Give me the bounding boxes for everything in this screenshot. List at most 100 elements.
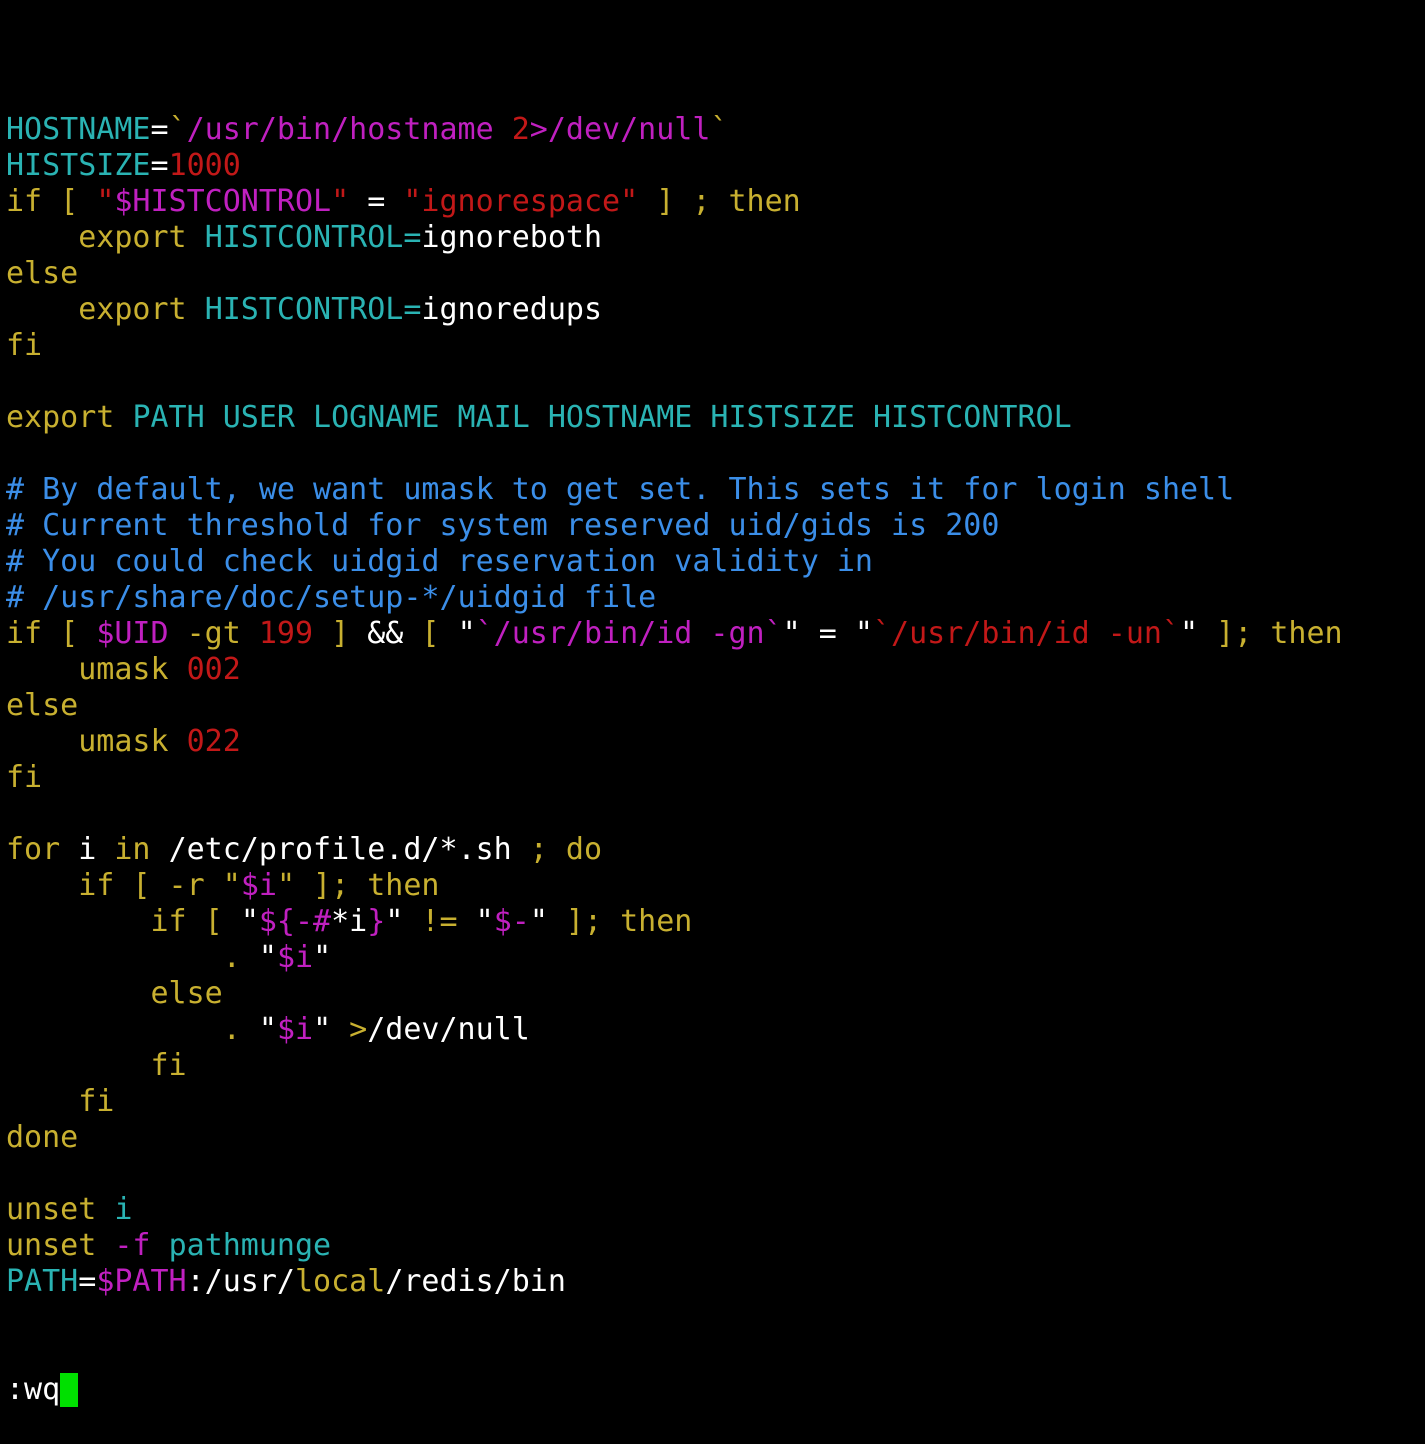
code-token: `/usr/bin/id -un` xyxy=(872,616,1181,651)
code-line[interactable]: export PATH USER LOGNAME MAIL HOSTNAME H… xyxy=(6,400,1416,436)
code-token: ] ; then xyxy=(638,184,801,219)
code-token: :/usr/ xyxy=(186,1264,295,1299)
code-line[interactable]: unset i xyxy=(6,1192,1416,1228)
code-token: if [ -r xyxy=(6,868,223,903)
code-token: > xyxy=(331,1012,368,1047)
code-token: in xyxy=(114,832,169,867)
code-line[interactable]: unset -f pathmunge xyxy=(6,1228,1416,1264)
code-line[interactable]: export HISTCONTROL=ignoreboth xyxy=(6,220,1416,256)
code-token: fi xyxy=(6,328,43,363)
code-token: " xyxy=(529,904,548,939)
code-line[interactable]: # /usr/share/doc/setup-*/uidgid file xyxy=(6,580,1416,616)
code-line[interactable]: if [ -r "$i" ]; then xyxy=(6,868,1416,904)
code-line[interactable]: done xyxy=(6,1120,1416,1156)
code-line[interactable]: HISTSIZE=1000 xyxy=(6,148,1416,184)
code-token: = xyxy=(800,616,855,651)
code-token: /redis/bin xyxy=(385,1264,566,1299)
code-token: ` xyxy=(168,112,187,147)
code-token: unset xyxy=(6,1192,115,1227)
code-token: " xyxy=(385,904,404,939)
code-token: else xyxy=(6,688,79,723)
terminal-editor[interactable]: HOSTNAME=`/usr/bin/hostname 2>/dev/null`… xyxy=(6,40,1416,1444)
code-line[interactable]: umask 002 xyxy=(6,652,1416,688)
code-line[interactable]: HOSTNAME=`/usr/bin/hostname 2>/dev/null` xyxy=(6,112,1416,148)
code-token: $- xyxy=(493,904,530,939)
code-token: HISTCONTROL= xyxy=(204,292,422,327)
code-token: 199 xyxy=(258,616,314,651)
code-line[interactable]: fi xyxy=(6,760,1416,796)
code-token: " xyxy=(276,868,295,903)
code-line[interactable]: . "$i" >/dev/null xyxy=(6,1012,1416,1048)
code-token: " xyxy=(222,868,241,903)
code-line[interactable]: # By default, we want umask to get set. … xyxy=(6,472,1416,508)
code-token: PATH USER LOGNAME MAIL HOSTNAME HISTSIZE… xyxy=(132,400,1072,435)
code-line[interactable]: # You could check uidgid reservation val… xyxy=(6,544,1416,580)
code-line[interactable]: else xyxy=(6,688,1416,724)
code-token: export xyxy=(6,292,205,327)
code-token: ignoreboth xyxy=(421,220,603,255)
code-token: . xyxy=(6,940,259,975)
code-line[interactable]: for i in /etc/profile.d/*.sh ; do xyxy=(6,832,1416,868)
code-line[interactable]: export HISTCONTROL=ignoredups xyxy=(6,292,1416,328)
code-line[interactable] xyxy=(6,1156,1416,1192)
code-line[interactable]: else xyxy=(6,976,1416,1012)
code-token: " xyxy=(96,184,115,219)
code-token: ]; then xyxy=(295,868,440,903)
code-token: = xyxy=(78,1264,97,1299)
code-token: ]; then xyxy=(1198,616,1343,651)
code-line[interactable] xyxy=(6,436,1416,472)
code-token: export xyxy=(6,220,205,255)
command-line[interactable]: :wq xyxy=(6,1372,1416,1408)
code-token: export xyxy=(6,400,133,435)
code-token: umask xyxy=(6,724,187,759)
code-line[interactable]: if [ "${-#*i}" != "$-" ]; then xyxy=(6,904,1416,940)
code-line[interactable]: . "$i" xyxy=(6,940,1416,976)
code-token: "ignorespace" xyxy=(403,184,639,219)
code-token: != xyxy=(403,904,476,939)
code-token: /usr/bin/hostname xyxy=(186,112,512,147)
code-line[interactable]: PATH=$PATH:/usr/local/redis/bin xyxy=(6,1264,1416,1300)
code-token: else xyxy=(6,256,79,291)
code-token: `/usr/bin/id -gn` xyxy=(475,616,783,651)
code-token: 2 xyxy=(511,112,530,147)
code-token: # /usr/share/doc/setup-*/uidgid file xyxy=(6,580,657,615)
code-token: ] xyxy=(313,616,368,651)
code-token: *i xyxy=(331,904,368,939)
code-token: ; do xyxy=(529,832,603,867)
code-line[interactable]: else xyxy=(6,256,1416,292)
code-token: for xyxy=(6,832,79,867)
code-token: HOSTNAME xyxy=(6,112,151,147)
code-token: $PATH xyxy=(96,1264,187,1299)
code-token: pathmunge xyxy=(168,1228,332,1263)
code-token: -gt xyxy=(168,616,259,651)
code-token: " xyxy=(313,940,332,975)
code-token: fi xyxy=(6,1084,115,1119)
code-line[interactable] xyxy=(6,364,1416,400)
code-token: " xyxy=(854,616,873,651)
code-token: # Current threshold for system reserved … xyxy=(6,508,1000,543)
code-token: " xyxy=(331,184,350,219)
code-token: 1000 xyxy=(168,148,241,183)
code-token: " xyxy=(313,1012,332,1047)
code-token: $i xyxy=(240,868,277,903)
code-line[interactable]: fi xyxy=(6,1048,1416,1084)
code-line[interactable] xyxy=(6,796,1416,832)
code-token: done xyxy=(6,1120,79,1155)
code-line[interactable]: umask 022 xyxy=(6,724,1416,760)
code-line[interactable]: if [ "$HISTCONTROL" = "ignorespace" ] ; … xyxy=(6,184,1416,220)
code-token: . xyxy=(6,1012,259,1047)
code-token: if [ xyxy=(6,616,97,651)
code-token: # You could check uidgid reservation val… xyxy=(6,544,873,579)
code-token: } xyxy=(367,904,386,939)
code-token: i xyxy=(78,832,115,867)
code-line[interactable]: fi xyxy=(6,1084,1416,1120)
code-line[interactable]: if [ $UID -gt 199 ] && [ "`/usr/bin/id -… xyxy=(6,616,1416,652)
code-token: HISTSIZE xyxy=(6,148,151,183)
code-line[interactable]: fi xyxy=(6,328,1416,364)
code-token: 022 xyxy=(186,724,241,759)
code-token: ` xyxy=(710,112,729,147)
code-buffer[interactable]: HOSTNAME=`/usr/bin/hostname 2>/dev/null`… xyxy=(6,112,1416,1300)
code-line[interactable]: # Current threshold for system reserved … xyxy=(6,508,1416,544)
code-token: " xyxy=(457,616,476,651)
code-token: i xyxy=(114,1192,133,1227)
